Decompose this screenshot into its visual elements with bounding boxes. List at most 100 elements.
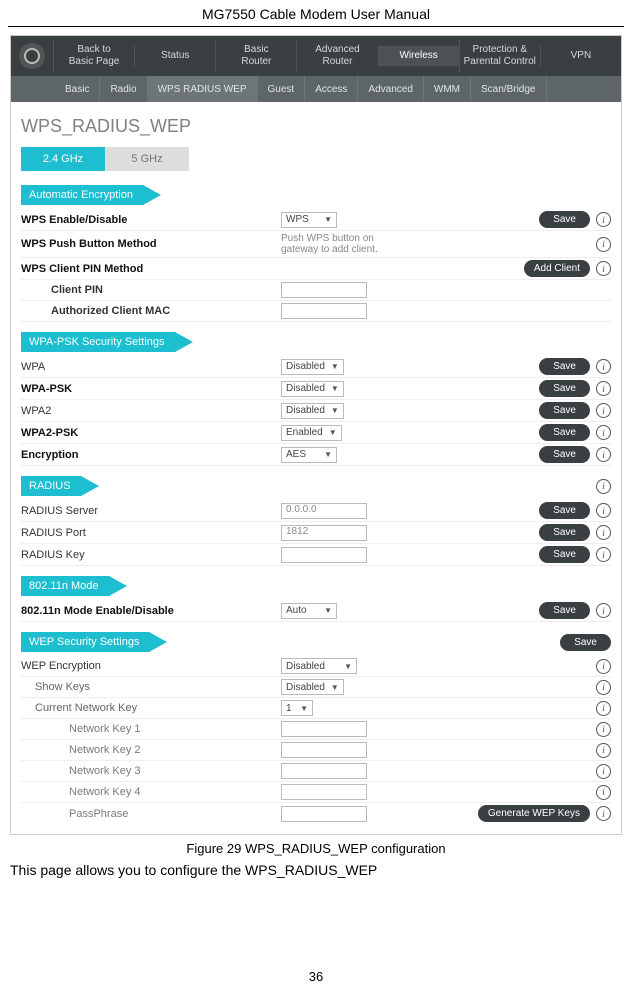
input-network-key-2[interactable]	[281, 742, 367, 758]
info-icon[interactable]: i	[596, 503, 611, 518]
select-wps-enable[interactable]: WPS ▼	[281, 212, 337, 228]
input-radius-server[interactable]: 0.0.0.0	[281, 503, 367, 519]
info-icon[interactable]: i	[596, 806, 611, 821]
row-wps-client-pin: WPS Client PIN Method Add Client i	[21, 258, 611, 280]
info-icon[interactable]: i	[596, 525, 611, 540]
hint-push-wps: Push WPS button on gateway to add client…	[281, 233, 401, 255]
select-wpa2[interactable]: Disabled▼	[281, 403, 344, 419]
row-network-key-2: Network Key 2 i	[21, 740, 611, 761]
tab-2-4ghz[interactable]: 2.4 GHz	[21, 147, 105, 171]
input-client-pin[interactable]	[281, 282, 367, 298]
generate-wep-keys-button[interactable]: Generate WEP Keys	[478, 805, 590, 822]
label-wpa2-psk: WPA2-PSK	[21, 427, 78, 439]
info-icon[interactable]: i	[596, 237, 611, 252]
save-button[interactable]: Save	[539, 402, 590, 419]
select-wep-encryption[interactable]: Disabled▼	[281, 658, 357, 674]
subnav-advanced[interactable]: Advanced	[358, 76, 423, 102]
nav-back-to-basic[interactable]: Back to Basic Page	[53, 40, 134, 72]
info-icon[interactable]: i	[596, 547, 611, 562]
tab-5ghz[interactable]: 5 GHz	[105, 147, 189, 171]
save-button[interactable]: Save	[539, 446, 590, 463]
row-client-pin: Client PIN	[21, 280, 611, 301]
info-icon[interactable]: i	[596, 680, 611, 695]
input-passphrase[interactable]	[281, 806, 367, 822]
subnav-wps-radius-wep[interactable]: WPS RADIUS WEP	[148, 76, 258, 102]
info-icon[interactable]: i	[596, 447, 611, 462]
label-wpa-psk: WPA-PSK	[21, 383, 72, 395]
input-network-key-4[interactable]	[281, 784, 367, 800]
select-encryption[interactable]: AES▼	[281, 447, 337, 463]
label-radius-key: RADIUS Key	[21, 549, 85, 561]
label-current-key: Current Network Key	[21, 702, 137, 714]
select-80211n[interactable]: Auto▼	[281, 603, 337, 619]
label-wps-push-button: WPS Push Button Method	[21, 238, 157, 250]
nav-vpn[interactable]: VPN	[540, 46, 621, 66]
nav-status[interactable]: Status	[134, 46, 215, 66]
caret-down-icon: ▼	[324, 606, 332, 615]
row-radius-server: RADIUS Server 0.0.0.0 Savei	[21, 500, 611, 522]
select-wpa2-psk[interactable]: Enabled▼	[281, 425, 342, 441]
info-icon[interactable]: i	[596, 743, 611, 758]
input-network-key-1[interactable]	[281, 721, 367, 737]
label-radius-server: RADIUS Server	[21, 505, 98, 517]
save-button[interactable]: Save	[539, 524, 590, 541]
select-wpa[interactable]: Disabled▼	[281, 359, 344, 375]
row-radius-key: RADIUS Key Savei	[21, 544, 611, 566]
section-radius: RADIUS i RADIUS Server 0.0.0.0 Savei RAD…	[21, 476, 611, 566]
save-button[interactable]: Save	[539, 546, 590, 563]
section-title-wpa-psk: WPA-PSK Security Settings	[21, 332, 175, 352]
nav-wireless[interactable]: Wireless	[378, 46, 459, 66]
row-passphrase: PassPhrase Generate WEP Keysi	[21, 803, 611, 824]
info-icon[interactable]: i	[596, 722, 611, 737]
caret-down-icon: ▼	[329, 428, 337, 437]
info-icon[interactable]: i	[596, 425, 611, 440]
info-icon[interactable]: i	[596, 659, 611, 674]
input-auth-client-mac[interactable]	[281, 303, 367, 319]
subnav-basic[interactable]: Basic	[55, 76, 100, 102]
save-button[interactable]: Save	[539, 358, 590, 375]
info-icon[interactable]: i	[596, 212, 611, 227]
label-auth-client-mac: Authorized Client MAC	[21, 305, 170, 317]
caret-down-icon: ▼	[324, 215, 332, 224]
manual-title: MG7550 Cable Modem User Manual	[0, 0, 632, 26]
caret-down-icon: ▼	[300, 704, 308, 713]
info-icon[interactable]: i	[596, 785, 611, 800]
add-client-button[interactable]: Add Client	[524, 260, 590, 277]
info-icon[interactable]: i	[596, 603, 611, 618]
nav-protection[interactable]: Protection & Parental Control	[459, 40, 540, 72]
save-button[interactable]: Save	[560, 634, 611, 651]
subnav-scan-bridge[interactable]: Scan/Bridge	[471, 76, 546, 102]
top-nav: Back to Basic Page Status Basic Router A…	[11, 36, 621, 76]
label-wpa: WPA	[21, 361, 45, 373]
subnav-access[interactable]: Access	[305, 76, 358, 102]
info-icon[interactable]: i	[596, 479, 611, 494]
input-network-key-3[interactable]	[281, 763, 367, 779]
subnav-radio[interactable]: Radio	[100, 76, 147, 102]
select-wpa-psk[interactable]: Disabled▼	[281, 381, 344, 397]
label-80211n-enable: 802.11n Mode Enable/Disable	[21, 605, 174, 617]
subnav-guest[interactable]: Guest	[258, 76, 306, 102]
caret-down-icon: ▼	[324, 450, 332, 459]
info-icon[interactable]: i	[596, 359, 611, 374]
page-heading: WPS_RADIUS_WEP	[21, 116, 611, 137]
input-radius-port[interactable]: 1812	[281, 525, 367, 541]
info-icon[interactable]: i	[596, 701, 611, 716]
info-icon[interactable]: i	[596, 261, 611, 276]
input-radius-key[interactable]	[281, 547, 367, 563]
subnav-wmm[interactable]: WMM	[424, 76, 471, 102]
select-show-keys[interactable]: Disabled▼	[281, 679, 344, 695]
save-button[interactable]: Save	[539, 502, 590, 519]
info-icon[interactable]: i	[596, 403, 611, 418]
select-value: WPS	[286, 214, 309, 225]
section-wpa-psk: WPA-PSK Security Settings WPA Disabled▼ …	[21, 332, 611, 466]
row-show-keys: Show Keys Disabled▼ i	[21, 677, 611, 698]
save-button[interactable]: Save	[539, 424, 590, 441]
info-icon[interactable]: i	[596, 381, 611, 396]
info-icon[interactable]: i	[596, 764, 611, 779]
nav-advanced-router[interactable]: Advanced Router	[296, 40, 377, 72]
select-current-key[interactable]: 1▼	[281, 700, 313, 716]
save-button[interactable]: Save	[539, 211, 590, 228]
save-button[interactable]: Save	[539, 602, 590, 619]
save-button[interactable]: Save	[539, 380, 590, 397]
nav-basic-router[interactable]: Basic Router	[215, 40, 296, 72]
